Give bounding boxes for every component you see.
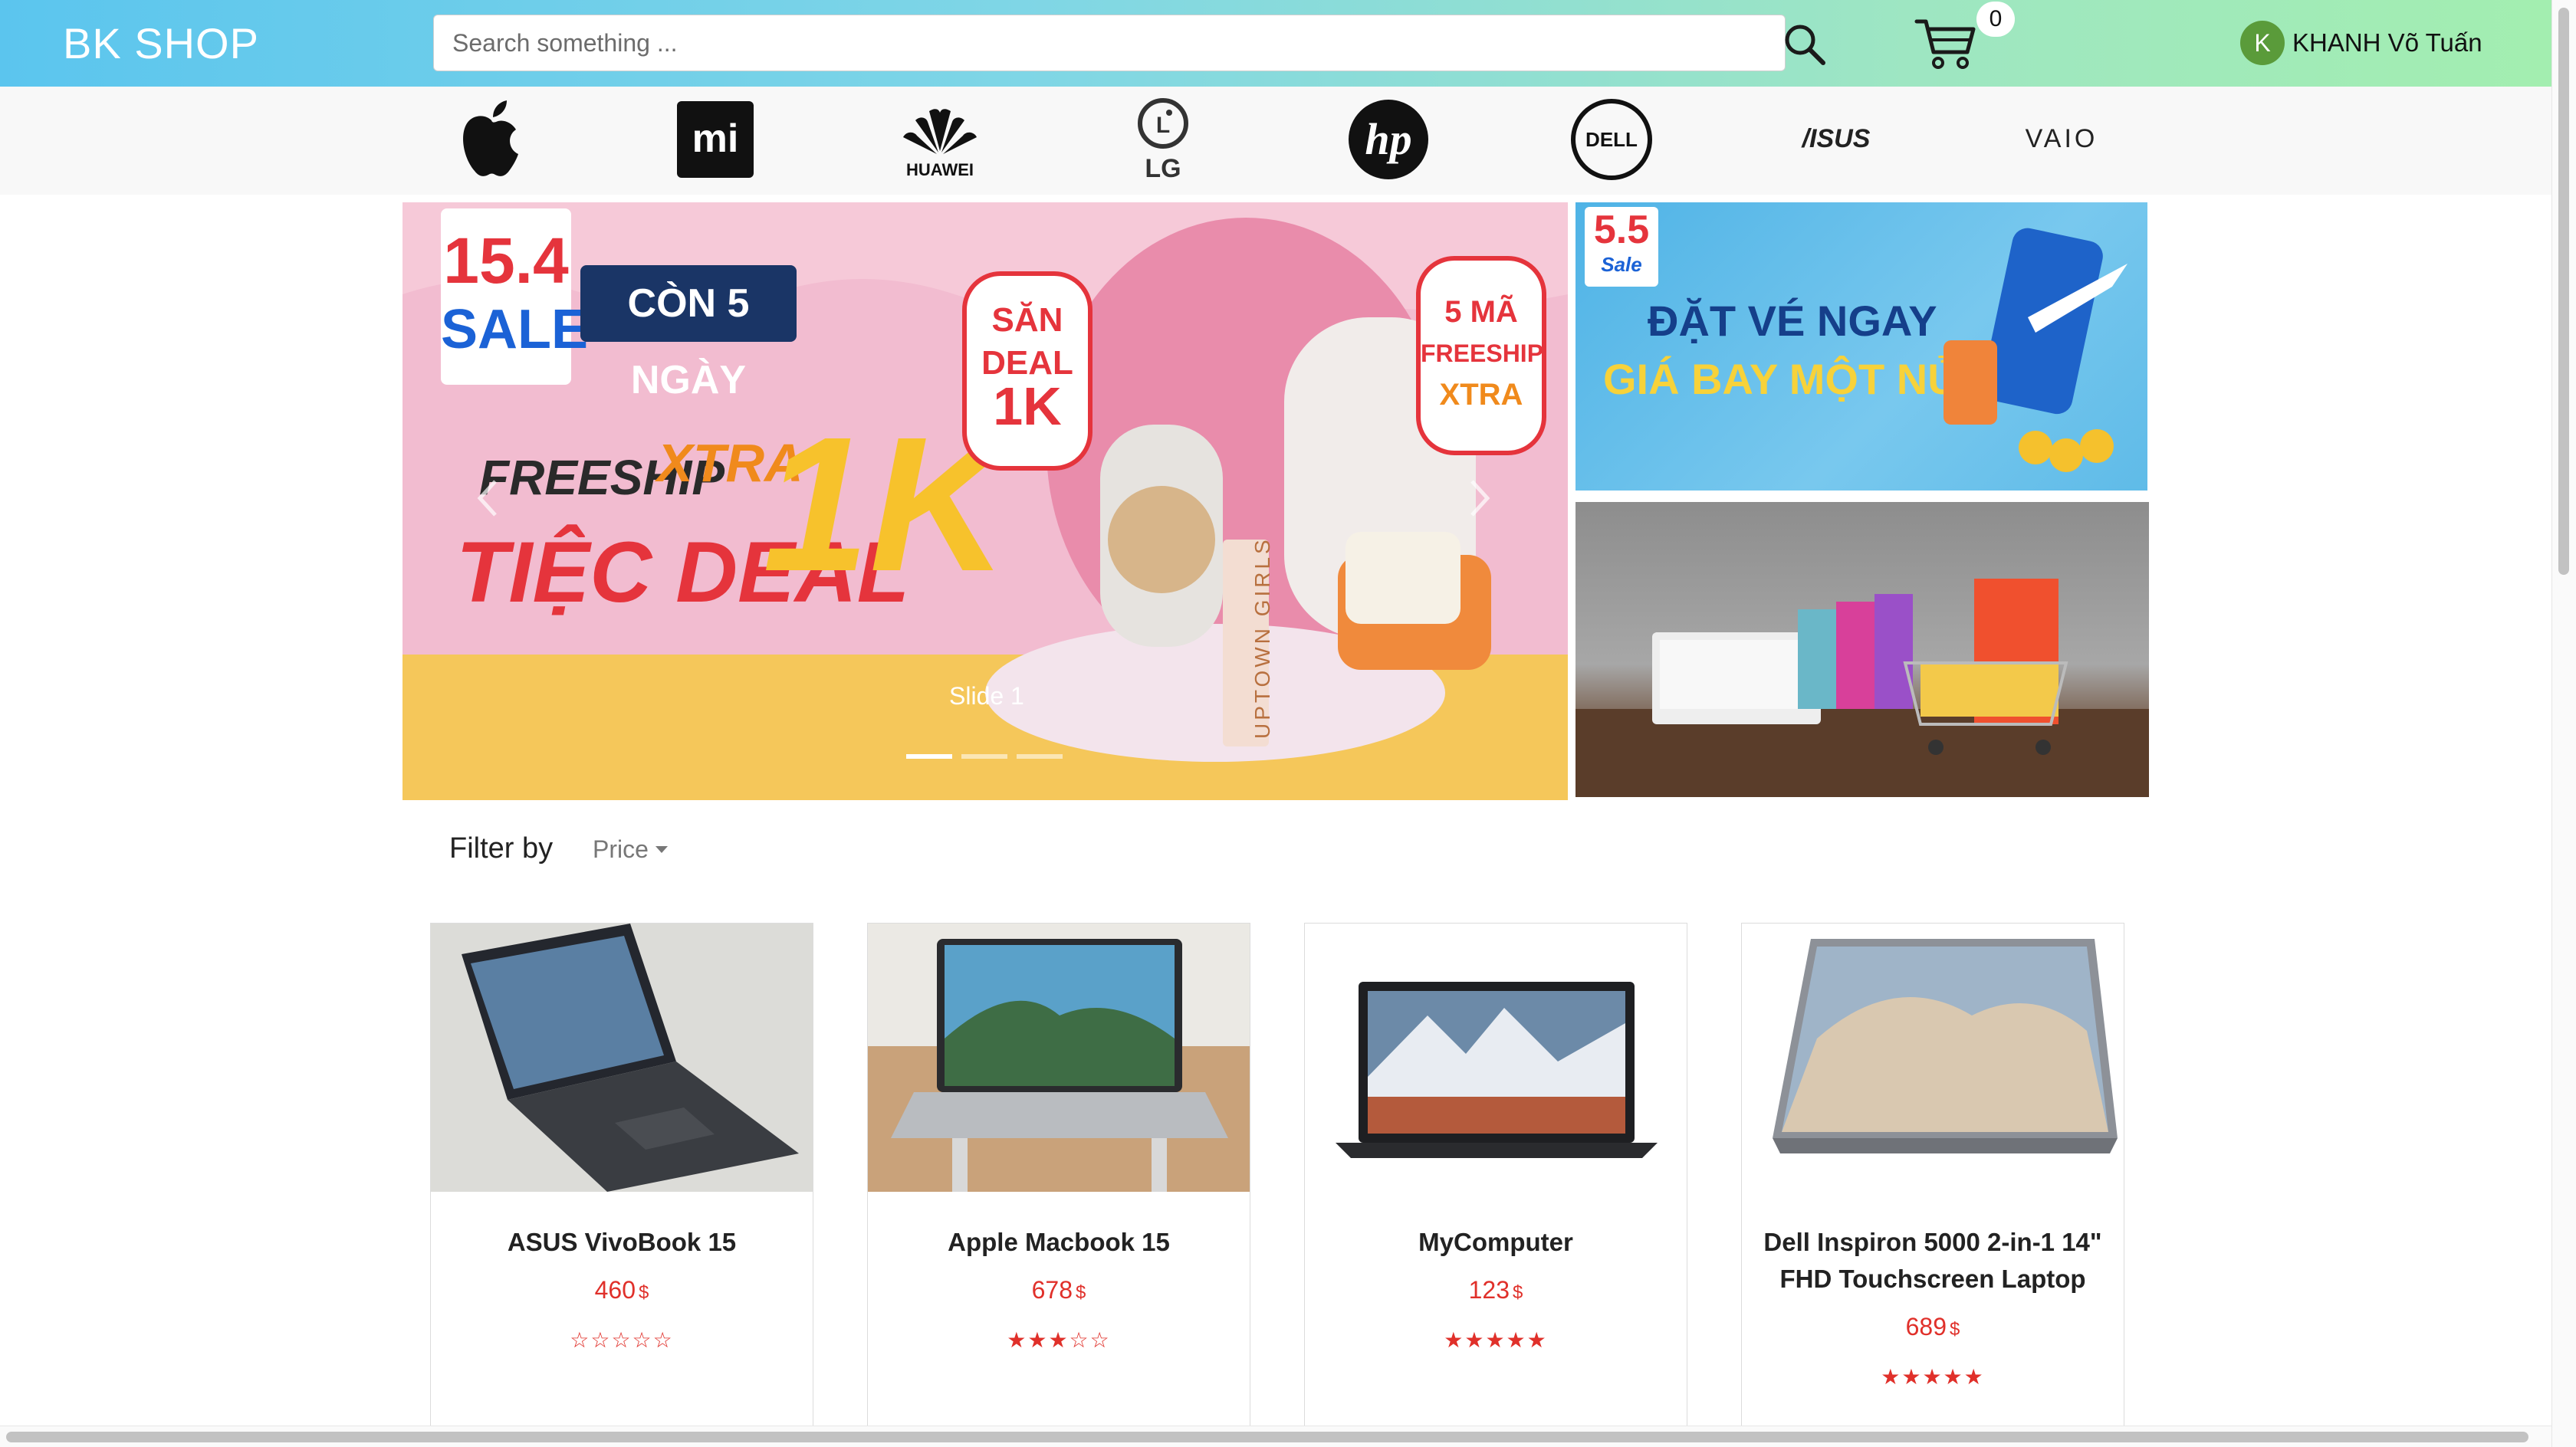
user-menu[interactable]: K KHANH Võ Tuấn [2240, 20, 2482, 66]
svg-text:LG: LG [1145, 154, 1181, 182]
brand-huawei[interactable]: HUAWEI [890, 94, 990, 185]
product-name: Dell Inspiron 5000 2-in-1 14" FHD Touchs… [1763, 1228, 2102, 1293]
brand-bar [0, 87, 2551, 195]
product-image [868, 924, 1250, 1192]
brand-hp[interactable]: hp [1339, 94, 1438, 185]
product-rating: ★★★★★ [1881, 1365, 1985, 1389]
svg-text:DELL: DELL [1585, 128, 1638, 151]
phone-plane-illustration [1944, 228, 2128, 472]
sale-date-badge: 15.4 SALE [441, 208, 588, 385]
carousel-dot[interactable] [906, 754, 952, 759]
brand-lg[interactable]: L LG [1113, 94, 1213, 185]
shopping-cart-illustration [1576, 579, 2149, 797]
dell-logo-icon: DELL [1571, 99, 1652, 180]
brand-asus[interactable]: /ISUS [1786, 94, 1886, 185]
asus-logo-icon: /ISUS [1801, 124, 1871, 153]
brand-vaio[interactable]: VAIO [2012, 94, 2111, 185]
svg-text:/ISUS: /ISUS [1801, 124, 1871, 153]
product-rating: ☆☆☆☆☆ [570, 1328, 674, 1352]
cart-icon [1914, 19, 1976, 69]
huawei-logo-icon: HUAWEI [903, 109, 977, 179]
flight-line1: ĐẶT VÉ NGAY [1648, 297, 1937, 345]
page: BK SHOP 0 K KHANH Võ Tuấn [0, 0, 2576, 1447]
product-price: 123 $ [1468, 1276, 1523, 1304]
san-deal-badge: SĂN DEAL 1K [962, 271, 1092, 471]
product-price: 678 $ [1031, 1276, 1086, 1304]
carousel-dot[interactable] [961, 754, 1007, 759]
shop-logo[interactable]: BK SHOP [63, 18, 259, 68]
countdown-badge: CÒN 5 NGÀY [580, 265, 797, 402]
price-filter-dropdown[interactable]: Price [593, 835, 669, 864]
product-price: 689 $ [1905, 1313, 1960, 1340]
filter-label: Filter by [449, 832, 554, 865]
svg-text:hp: hp [1365, 114, 1411, 164]
product-card[interactable]: Dell Inspiron 5000 2-in-1 14" FHD Touchs… [1741, 923, 2124, 1447]
vertical-scrollbar-thumb[interactable] [2558, 8, 2569, 575]
apple-logo-icon [463, 100, 518, 176]
brand-apple[interactable] [442, 94, 541, 185]
xiaomi-logo-icon: mi [677, 101, 754, 178]
product-image [1305, 924, 1687, 1192]
hp-logo-icon: hp [1349, 100, 1428, 179]
sale-badge: 5.5 Sale [1585, 207, 1658, 287]
brand-xiaomi[interactable]: mi [665, 94, 765, 185]
search-button[interactable] [1780, 20, 1829, 69]
side-banner-flight[interactable]: 5.5 Sale ĐẶT VÉ NGAY GIÁ BAY MỘT NỬA [1576, 202, 2147, 491]
lg-logo-icon: L LG [1138, 98, 1188, 182]
carousel-indicators [906, 754, 1063, 759]
product-price: 460 $ [594, 1276, 649, 1304]
product-image [1742, 924, 2124, 1192]
vaio-logo-icon: VAIO [2026, 124, 2098, 153]
search-input[interactable] [433, 15, 1786, 71]
avatar: K [2240, 21, 2285, 65]
product-name: Apple Macbook 15 [948, 1228, 1170, 1256]
svg-text:L: L [1156, 113, 1170, 138]
product-card[interactable]: ASUS VivoBook 15 460 $ ☆☆☆☆☆ [430, 923, 813, 1447]
product-rating: ★★★★★ [1444, 1328, 1548, 1352]
caret-down-icon [655, 845, 668, 853]
search-icon [1785, 25, 1825, 65]
main-banner-carousel[interactable]: 15.4 SALE CÒN 5 NGÀY FREESHIP XTRA TIỆC … [402, 202, 1568, 800]
price-filter-label: Price [593, 835, 649, 863]
cart-count-badge: 0 [1976, 2, 2015, 37]
carousel-next-button[interactable] [1464, 475, 1495, 521]
chevron-left-icon [477, 480, 497, 517]
carousel-dot[interactable] [1017, 754, 1063, 759]
svg-text:HUAWEI: HUAWEI [906, 160, 974, 179]
svg-text:VAIO: VAIO [2026, 124, 2098, 153]
cart-button[interactable] [1914, 15, 1978, 71]
product-name: ASUS VivoBook 15 [507, 1228, 737, 1256]
header-bar: BK SHOP 0 K KHANH Võ Tuấn [0, 0, 2551, 87]
horizontal-scrollbar-thumb[interactable] [6, 1432, 2528, 1442]
chevron-right-icon [1470, 480, 1490, 517]
product-box-text: UPTOWN GIRLS [1250, 536, 1274, 739]
freeship-code-badge: 5 MÃ FREESHIP XTRA [1416, 256, 1546, 455]
product-image [431, 924, 813, 1192]
brand-dell[interactable]: DELL [1562, 94, 1661, 185]
user-name: KHANH Võ Tuấn [2292, 28, 2482, 57]
product-rating: ★★★☆☆ [1007, 1328, 1111, 1352]
svg-text:mi: mi [692, 116, 739, 161]
slide-caption: Slide 1 [949, 682, 1024, 710]
product-card[interactable]: MyComputer 123 $ ★★★★★ [1304, 923, 1687, 1447]
product-card[interactable]: Apple Macbook 15 678 $ ★★★☆☆ [867, 923, 1250, 1447]
product-name: MyComputer [1418, 1228, 1573, 1256]
carousel-prev-button[interactable] [472, 475, 503, 521]
side-banner-shopping[interactable] [1576, 502, 2149, 797]
